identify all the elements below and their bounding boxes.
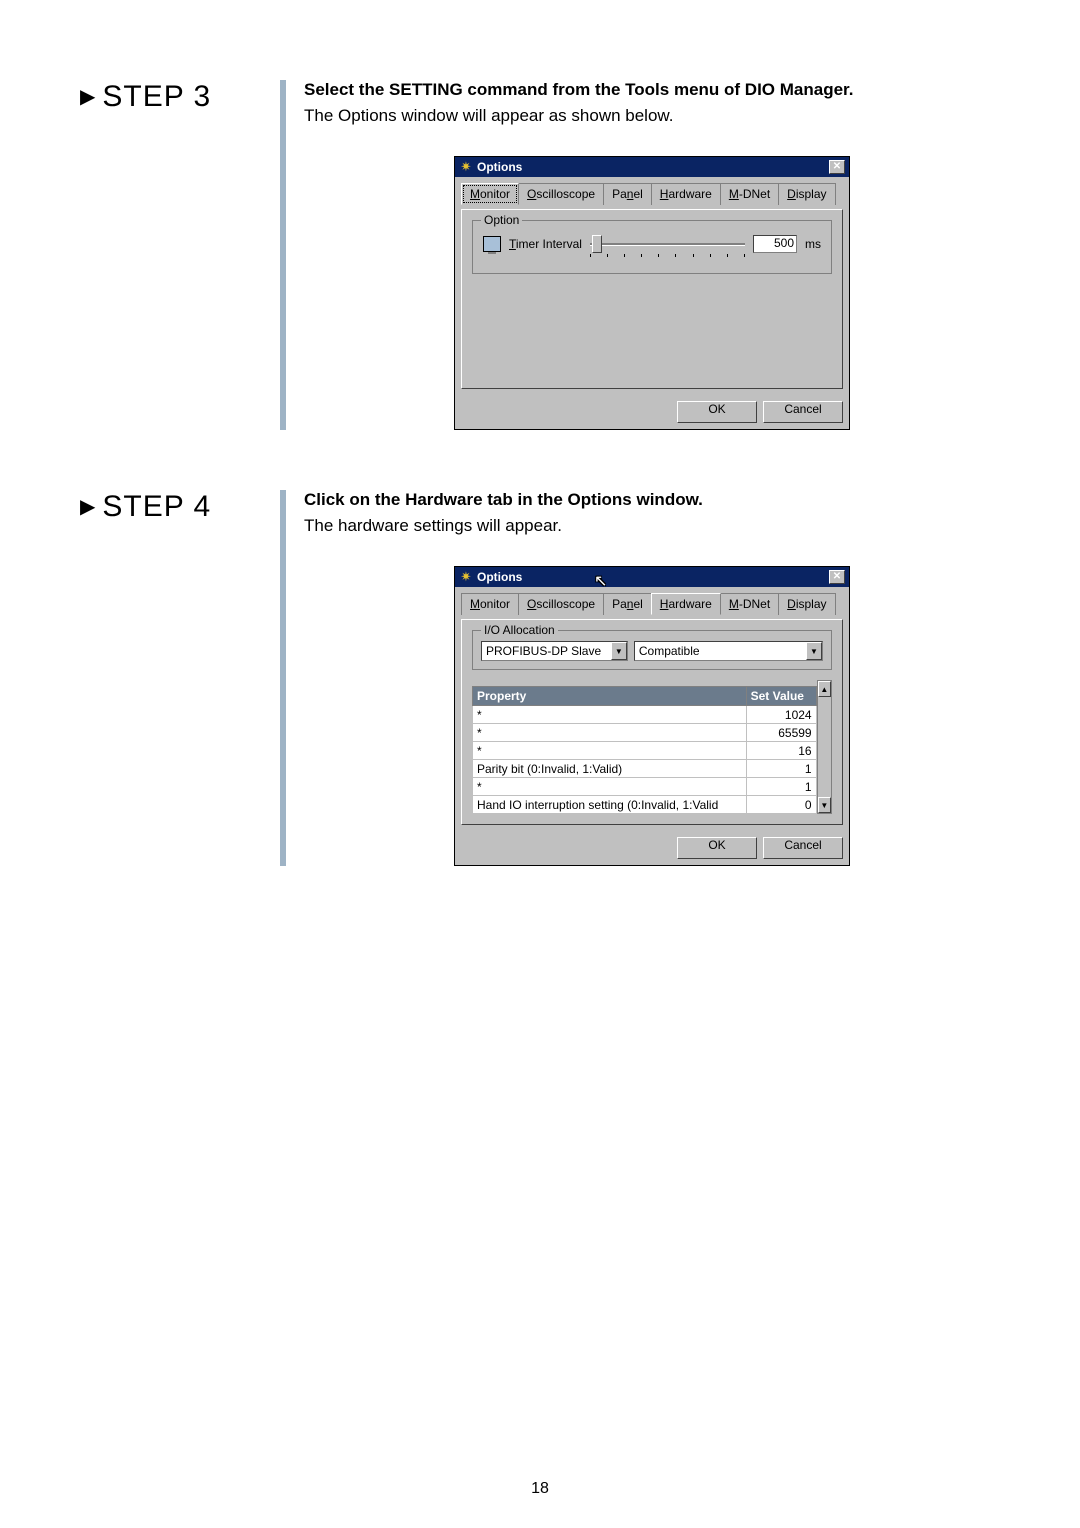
step-4-desc-bold: Click on the Hardware tab in the Options… <box>304 490 1000 510</box>
io-combo-1[interactable]: PROFIBUS-DP Slave ▼ <box>481 641 628 661</box>
gear-icon: ✷ <box>459 160 473 174</box>
step-3-desc-bold: Select the SETTING command from the Tool… <box>304 80 1000 100</box>
cursor-icon: ↖ <box>594 571 607 591</box>
tab-display[interactable]: Display <box>778 593 835 615</box>
step-3-right: Select the SETTING command from the Tool… <box>304 80 1000 430</box>
timer-unit: ms <box>805 237 821 251</box>
tab-oscilloscope[interactable]: Oscilloscope <box>518 593 604 615</box>
table-row: *1 <box>473 778 817 796</box>
tab-mdnet[interactable]: M-DNet <box>720 183 779 205</box>
step-4-right: Click on the Hardware tab in the Options… <box>304 490 1000 866</box>
step-3-title: STEP 3 <box>80 80 270 114</box>
table-row: Parity bit (0:Invalid, 1:Valid)1 <box>473 760 817 778</box>
step-3-block: STEP 3 Select the SETTING command from t… <box>80 80 1000 430</box>
page-number: 18 <box>0 1480 1080 1498</box>
monitor-icon <box>483 236 501 252</box>
tab-display[interactable]: Display <box>778 183 835 205</box>
timer-value-input[interactable]: 500 <box>753 235 797 253</box>
dialog-title: Options <box>477 160 522 174</box>
io-legend: I/O Allocation <box>481 623 558 637</box>
slider-thumb[interactable] <box>592 235 602 253</box>
scroll-up-icon[interactable]: ▲ <box>818 681 831 697</box>
step-3-left: STEP 3 <box>80 80 280 430</box>
gear-icon: ✷ <box>459 570 473 584</box>
chevron-down-icon[interactable]: ▼ <box>806 642 822 660</box>
dialog-title: Options <box>477 570 522 584</box>
step-4-desc-text: The hardware settings will appear. <box>304 516 1000 536</box>
tab-monitor[interactable]: Monitor <box>461 183 519 205</box>
chevron-down-icon[interactable]: ▼ <box>611 642 627 660</box>
tab-hardware[interactable]: Hardware <box>651 183 721 205</box>
titlebar: ✷ Options ✕ <box>455 157 849 177</box>
tab-mdnet[interactable]: M-DNet <box>720 593 779 615</box>
tab-content-hardware: I/O Allocation PROFIBUS-DP Slave ▼ Compa… <box>461 619 843 825</box>
col-setvalue: Set Value <box>746 687 816 706</box>
options-dialog-2: ✷ Options ✕ Monitor Oscilloscope Panel H… <box>454 566 850 866</box>
property-table-wrap: Property Set Value *1024 *65599 *16 Pari… <box>472 680 832 814</box>
ok-button[interactable]: OK <box>677 401 757 423</box>
scroll-down-icon[interactable]: ▼ <box>818 797 831 813</box>
step-4-divider <box>280 490 286 866</box>
close-button[interactable]: ✕ <box>829 570 845 584</box>
tab-panel[interactable]: Panel <box>603 183 652 205</box>
titlebar: ✷ Options ✕ <box>455 567 849 587</box>
table-row: *1024 <box>473 706 817 724</box>
io-allocation-fieldset: I/O Allocation PROFIBUS-DP Slave ▼ Compa… <box>472 630 832 670</box>
cancel-button[interactable]: Cancel <box>763 401 843 423</box>
table-row: *65599 <box>473 724 817 742</box>
step-3-divider <box>280 80 286 430</box>
io-combo-2-value: Compatible <box>639 644 700 658</box>
step-4-left: STEP 4 <box>80 490 280 866</box>
tab-oscilloscope[interactable]: Oscilloscope <box>518 183 604 205</box>
tabs-row: Monitor Oscilloscope Panel Hardware M-DN… <box>461 593 843 615</box>
tab-panel[interactable]: Panel <box>603 593 652 615</box>
close-button[interactable]: ✕ <box>829 160 845 174</box>
io-combo-1-value: PROFIBUS-DP Slave <box>486 644 601 658</box>
options-dialog-1: ✷ Options ✕ Monitor Oscilloscope Panel H… <box>454 156 850 430</box>
table-row: Hand IO interruption setting (0:Invalid,… <box>473 796 817 814</box>
tab-hardware[interactable]: Hardware <box>651 593 721 615</box>
io-combo-2[interactable]: Compatible ▼ <box>634 641 823 661</box>
timer-label: Timer Interval <box>509 237 582 251</box>
tab-monitor[interactable]: Monitor <box>461 593 519 615</box>
ok-button[interactable]: OK <box>677 837 757 859</box>
cancel-button[interactable]: Cancel <box>763 837 843 859</box>
tab-content-monitor: Option Timer Interval <box>461 209 843 389</box>
step-4-block: STEP 4 Click on the Hardware tab in the … <box>80 490 1000 866</box>
step-4-title: STEP 4 <box>80 490 270 524</box>
timer-slider[interactable] <box>590 235 745 253</box>
col-property: Property <box>473 687 747 706</box>
step-3-desc-text: The Options window will appear as shown … <box>304 106 1000 126</box>
table-row: *16 <box>473 742 817 760</box>
tabs-row: Monitor Oscilloscope Panel Hardware M-DN… <box>461 183 843 205</box>
vertical-scrollbar[interactable]: ▲ ▼ <box>817 680 832 814</box>
option-fieldset: Option Timer Interval <box>472 220 832 274</box>
option-legend: Option <box>481 213 522 227</box>
property-table: Property Set Value *1024 *65599 *16 Pari… <box>472 686 817 814</box>
